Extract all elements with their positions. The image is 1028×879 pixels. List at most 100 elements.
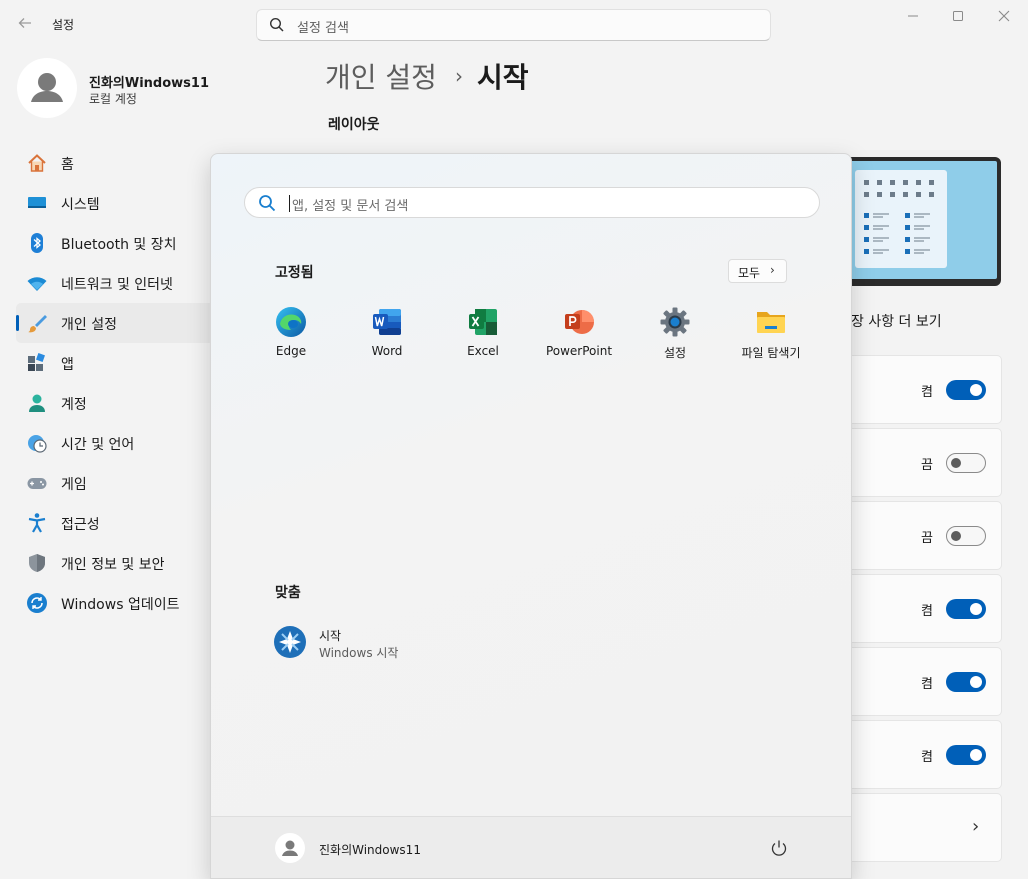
- accessibility-icon: [26, 512, 48, 534]
- sidebar-item-network[interactable]: 네트워크 및 인터넷: [16, 263, 226, 303]
- file-explorer-icon: [757, 312, 785, 333]
- sidebar-item-accessibility[interactable]: 접근성: [16, 503, 226, 543]
- power-icon: [771, 840, 787, 856]
- update-icon: [26, 592, 48, 614]
- time-language-icon: [26, 432, 48, 454]
- sidebar-item-label: 게임: [61, 477, 87, 493]
- sidebar-item-apps[interactable]: 앱: [16, 343, 226, 383]
- app-name: PowerPoint: [545, 344, 613, 358]
- sidebar-item-system[interactable]: 시스템: [16, 183, 226, 223]
- recommended-item-title: 시작: [319, 629, 342, 643]
- account-type: 로컬 계정: [89, 92, 137, 106]
- setting-row: 켬: [845, 720, 1002, 789]
- toggle-switch[interactable]: [946, 453, 986, 473]
- toggle-switch[interactable]: [946, 380, 986, 400]
- toggle-state-label: 끔: [921, 531, 933, 546]
- maximize-button[interactable]: [935, 6, 981, 30]
- gamepad-icon: [26, 472, 48, 494]
- account-icon: [26, 392, 48, 414]
- chevron-right-icon: ›: [454, 64, 463, 88]
- start-search-placeholder: 앱, 설정 및 문서 검색: [292, 199, 409, 214]
- pinned-app-edge[interactable]: Edge: [243, 304, 339, 366]
- sidebar-item-accounts[interactable]: 계정: [16, 383, 226, 423]
- sidebar-item-label: 개인 정보 및 보안: [61, 557, 165, 573]
- pinned-app-file-explorer[interactable]: 파일 탐색기: [723, 304, 819, 366]
- user-name: 진화의Windows11: [89, 76, 210, 91]
- toggle-state-label: 켬: [921, 677, 933, 692]
- sidebar-item-label: 홈: [61, 157, 74, 173]
- app-name: 설정: [663, 346, 687, 360]
- recommended-item-get-started[interactable]: 시작 Windows 시작: [274, 624, 494, 664]
- home-icon: [26, 152, 48, 174]
- chevron-right-icon: ›: [972, 816, 980, 837]
- toggle-state-label: 켬: [921, 385, 933, 400]
- section-title: 레이아웃: [328, 117, 380, 133]
- setting-row: 켬: [845, 647, 1002, 716]
- all-apps-button[interactable]: 모두 ›: [728, 259, 787, 283]
- word-icon: [373, 309, 401, 335]
- more-info-link[interactable]: 장 사항 더 보기: [851, 311, 942, 331]
- start-menu-footer: 진화의Windows11: [211, 816, 851, 878]
- app-name: Edge: [275, 344, 307, 358]
- sidebar-item-label: 네트워크 및 인터넷: [61, 277, 173, 293]
- minimize-icon: [908, 15, 918, 17]
- settings-search-input[interactable]: 설정 검색: [256, 9, 771, 41]
- sidebar-nav: 홈 시스템 Bluetooth 및 장치 네트워크 및 인터넷 개인 설정 앱 …: [16, 143, 226, 623]
- maximize-icon: [953, 11, 963, 21]
- sidebar-item-home[interactable]: 홈: [16, 143, 226, 183]
- breadcrumb-parent[interactable]: 개인 설정: [325, 61, 437, 94]
- back-arrow-icon: [18, 18, 31, 28]
- layout-preview-image: [845, 157, 1001, 286]
- preview-screen: [849, 161, 997, 279]
- sidebar-item-label: 접근성: [61, 517, 100, 533]
- chevron-right-icon: ›: [770, 263, 775, 277]
- start-menu: 앱, 설정 및 문서 검색 고정됨 모두 › Edge Word Excel P…: [210, 153, 852, 879]
- get-started-icon: [274, 626, 306, 658]
- avatar[interactable]: [17, 58, 77, 118]
- all-apps-label: 모두: [738, 266, 761, 280]
- app-name: Word: [371, 344, 403, 358]
- sidebar-item-label: 앱: [61, 357, 74, 373]
- pinned-app-word[interactable]: Word: [339, 304, 435, 366]
- recommended-section-title: 맞춤: [275, 585, 301, 601]
- toggle-switch[interactable]: [946, 599, 986, 619]
- bluetooth-icon: [26, 232, 48, 254]
- close-button[interactable]: [981, 6, 1027, 30]
- toggle-state-label: 켬: [921, 750, 933, 765]
- breadcrumb: 개인 설정 › 시작: [325, 56, 528, 96]
- close-icon: [998, 10, 1010, 22]
- text-cursor: [289, 195, 290, 212]
- setting-row-folders[interactable]: ›: [845, 793, 1002, 862]
- toggle-state-label: 켬: [921, 604, 933, 619]
- minimize-button[interactable]: [890, 6, 936, 30]
- sidebar-item-windows-update[interactable]: Windows 업데이트: [16, 583, 226, 623]
- sidebar-item-privacy[interactable]: 개인 정보 및 보안: [16, 543, 226, 583]
- back-button[interactable]: [14, 12, 36, 34]
- pinned-app-settings[interactable]: 설정: [627, 304, 723, 366]
- sidebar-item-label: 계정: [61, 397, 87, 413]
- recommended-item-subtitle: Windows 시작: [319, 646, 399, 660]
- settings-gear-icon: [660, 307, 690, 337]
- start-user-name: 진화의Windows11: [319, 843, 421, 857]
- sidebar-item-bluetooth[interactable]: Bluetooth 및 장치: [16, 223, 226, 263]
- pinned-app-powerpoint[interactable]: PowerPoint: [531, 304, 627, 366]
- sidebar-item-label: 시스템: [61, 197, 100, 213]
- sidebar-item-time-language[interactable]: 시간 및 언어: [16, 423, 226, 463]
- pinned-section-title: 고정됨: [275, 265, 314, 281]
- apps-icon: [26, 352, 48, 374]
- toggle-switch[interactable]: [946, 745, 986, 765]
- shield-icon: [26, 552, 48, 574]
- user-avatar-icon: [275, 833, 305, 863]
- user-avatar-icon: [31, 73, 63, 102]
- title-bar: 설정 설정 검색: [0, 0, 1028, 48]
- sidebar-item-label: 개인 설정: [61, 317, 117, 333]
- toggle-switch[interactable]: [946, 672, 986, 692]
- start-search-input[interactable]: 앱, 설정 및 문서 검색: [244, 187, 820, 218]
- power-button[interactable]: [768, 837, 790, 859]
- pinned-app-excel[interactable]: Excel: [435, 304, 531, 366]
- sidebar-item-gaming[interactable]: 게임: [16, 463, 226, 503]
- toggle-switch[interactable]: [946, 526, 986, 546]
- app-title: 설정: [52, 18, 75, 32]
- sidebar-item-personalization[interactable]: 개인 설정: [16, 303, 226, 343]
- search-icon: [258, 194, 276, 216]
